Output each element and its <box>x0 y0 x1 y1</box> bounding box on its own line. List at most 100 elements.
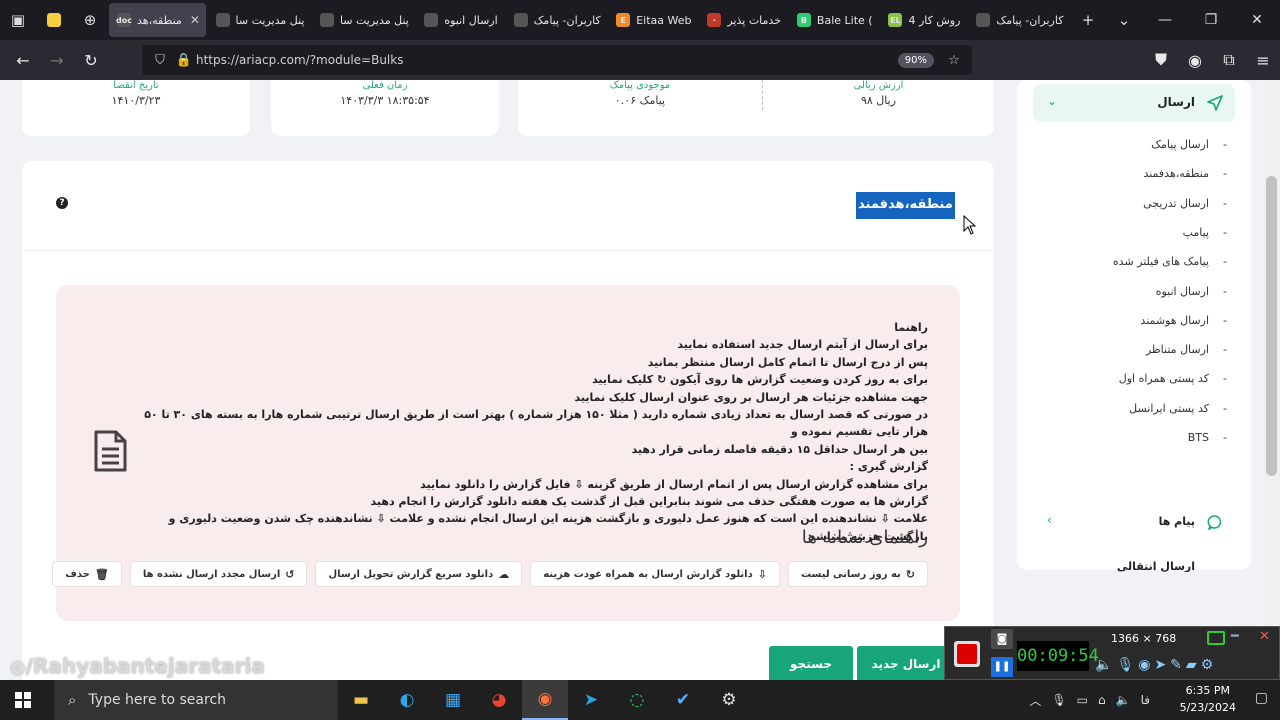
windows-start-icon[interactable] <box>0 680 46 720</box>
legend-button[interactable]: ⇩ دانلود گزارش ارسال به همراه عودت هزینه <box>530 561 780 587</box>
stop-record-button[interactable] <box>954 641 980 667</box>
extensions-icon[interactable]: ⧉ <box>1212 40 1246 80</box>
sidebar-item[interactable]: - BTS <box>1039 431 1227 444</box>
close-tab-icon[interactable]: ✕ <box>190 13 200 27</box>
tray-network-icon[interactable]: ⌂ <box>1098 693 1106 707</box>
restore-icon[interactable]: ❐ <box>1188 0 1234 40</box>
legend-buttons: ↻ به روز رسانی لیست ⇩ دانلود گزارش ارسال به… <box>52 561 928 587</box>
minimize-recorder-icon[interactable]: ━ <box>1231 629 1239 644</box>
pocket-icon[interactable]: ⛊ <box>1144 40 1178 80</box>
account-icon[interactable]: ◉ <box>1178 40 1212 80</box>
sidebar-section-send[interactable]: ارسال ⌄ <box>1033 84 1235 122</box>
new-tab-icon[interactable]: + <box>1070 0 1106 40</box>
address-bar[interactable]: ⛉ 🔒 https://ariacp.com/?module=Bulks 90%… <box>142 45 972 75</box>
browser-tab[interactable]: کاربران- پیامک <box>506 3 607 37</box>
browser-tab[interactable]: B Bale Lite ( <box>789 3 879 37</box>
browser-tab[interactable]: کاربران- پیامک <box>968 3 1069 37</box>
whatsapp-icon[interactable]: ◌ <box>614 680 660 720</box>
browser-tab[interactable]: پنل مدیریت سا <box>312 3 414 37</box>
back-icon[interactable]: ← <box>6 40 40 80</box>
sidebar-item[interactable]: - منطقه،هدفمند <box>1039 167 1227 180</box>
pen-icon[interactable]: ✎ <box>1170 657 1182 673</box>
browser-tab[interactable]: پنل مدیریت سا <box>208 3 310 37</box>
legend-label: ارسال مجدد ارسال نشده ها <box>142 568 281 580</box>
pinned-tab-globe-icon[interactable]: ⊕ <box>72 0 108 40</box>
browser-tab[interactable]: doc منطقه،هد ✕ <box>109 3 206 37</box>
sidebar-item[interactable]: - پیامک های فیلتر شده <box>1039 255 1227 268</box>
guide-line: راهنما <box>894 321 928 334</box>
tray-language[interactable]: فا <box>1141 693 1150 707</box>
bookmark-star-icon[interactable]: ☆ <box>942 53 966 68</box>
tracking-shield-icon[interactable]: ⛉ <box>148 53 172 68</box>
browser-tab[interactable]: EL 4 روش کار <box>880 3 966 37</box>
lock-icon[interactable]: 🔒 <box>172 53 196 68</box>
clock-time: 6:35 PM <box>1185 684 1230 697</box>
tray-battery-icon[interactable]: ▭ <box>1077 693 1088 707</box>
stat-card-expiry: تاریخ انقضا ۱۴۱۰/۳/۲۳ <box>22 80 250 136</box>
close-recorder-icon[interactable]: ✕ <box>1259 629 1270 644</box>
store-icon[interactable]: ▦ <box>430 680 476 720</box>
sidebar-item[interactable]: - کد پستی همراه اول <box>1039 372 1227 385</box>
guide-line: گزارش گیری : <box>849 460 928 474</box>
browser-tab[interactable]: ارسال انبوه <box>416 3 503 37</box>
help-icon[interactable]: ? <box>56 197 68 209</box>
forward-icon[interactable]: → <box>40 40 74 80</box>
telegram-icon[interactable]: ➤ <box>568 680 614 720</box>
firefox-view-icon[interactable]: ▣ <box>0 0 36 40</box>
sidebar-item[interactable]: - ارسال تدریجی <box>1039 197 1227 210</box>
chrome-icon[interactable]: ◕ <box>476 680 522 720</box>
browser-tab[interactable]: · خدمات پذیر <box>699 3 787 37</box>
file-explorer-icon[interactable]: ▬ <box>338 680 384 720</box>
instagram-icon: ◎ <box>10 657 26 678</box>
vpn-app-icon[interactable]: ✔ <box>660 680 706 720</box>
taskbar-clock[interactable]: 6:35 PM 5/23/2024 <box>1180 682 1236 716</box>
sidebar-item-partial[interactable]: ارسال انتقالی <box>1017 558 1251 572</box>
new-send-button[interactable]: ارسال جدید <box>857 646 955 680</box>
legend-button[interactable]: ☁ دانلود سریع گزارش تحویل ارسال <box>315 561 523 587</box>
zoom-badge[interactable]: 90% <box>897 52 934 68</box>
notifications-icon[interactable]: ▢ <box>1255 690 1268 706</box>
sidebar-item[interactable]: - ارسال هوشمند <box>1039 314 1227 327</box>
folder-icon[interactable]: ▰ <box>1186 657 1197 673</box>
edge-icon[interactable]: ◐ <box>384 680 430 720</box>
pause-icon[interactable]: ❚❚ <box>991 657 1013 677</box>
tab-favicon-icon: · <box>707 13 722 27</box>
tab-list-chevron-icon[interactable]: ⌄ <box>1106 0 1142 40</box>
url-text[interactable]: https://ariacp.com/?module=Bulks <box>196 53 898 67</box>
sidebar-item[interactable]: - کد پستی ایرانسل <box>1039 402 1227 415</box>
camera-icon[interactable]: ◙ <box>991 629 1013 649</box>
reload-icon[interactable]: ↻ <box>74 40 108 80</box>
browser-tab[interactable]: E Eitaa Web <box>608 3 697 37</box>
cursor-icon[interactable]: ➤ <box>1154 657 1166 673</box>
tray-mic-icon[interactable]: 🎙 <box>1051 693 1066 707</box>
tray-chevron-icon[interactable]: ︿ <box>1029 692 1041 709</box>
settings-icon[interactable]: ⚙ <box>1201 657 1214 673</box>
sidebar-item[interactable]: - ارسال متناظر <box>1039 343 1227 356</box>
menu-icon[interactable]: ≡ <box>1246 40 1280 80</box>
speaker-icon[interactable]: 🔈 <box>1095 657 1112 673</box>
pinned-tab-note-icon[interactable] <box>36 0 72 40</box>
watermark-text: /Rahyabantejarataria <box>25 654 265 678</box>
legend-button[interactable]: 🗑 حذف <box>52 561 122 587</box>
settings-app-icon[interactable]: ⚙ <box>706 680 752 720</box>
tab-label: ارسال انبوه <box>444 13 498 27</box>
legend-label: دانلود گزارش ارسال به همراه عودت هزینه <box>543 568 753 580</box>
sidebar-item[interactable]: - ارسال انبوه <box>1039 285 1227 298</box>
firefox-icon[interactable]: ◉ <box>522 680 568 720</box>
legend-button[interactable]: ↺ ارسال مجدد ارسال نشده ها <box>129 561 308 587</box>
taskbar-search[interactable]: ⌕ Type here to search <box>54 680 338 720</box>
legend-button[interactable]: ↻ به روز رسانی لیست <box>787 561 928 587</box>
record-timer: 00:09:54 <box>1017 641 1099 671</box>
webcam-icon[interactable]: ◉ <box>1138 657 1150 673</box>
tray-volume-icon[interactable]: 🔈 <box>1116 693 1131 707</box>
sidebar-item[interactable]: - پیامپ <box>1039 226 1227 239</box>
close-window-icon[interactable]: ✕ <box>1234 0 1280 40</box>
microphone-icon[interactable]: 🎙 <box>1116 657 1134 673</box>
search-button[interactable]: جستجو <box>769 646 853 680</box>
sidebar-item-messages[interactable]: پیام ها ‹ <box>1017 510 1251 536</box>
minimize-icon[interactable]: — <box>1142 0 1188 40</box>
panel-divider <box>22 250 994 251</box>
scrollbar-thumb[interactable] <box>1266 176 1277 476</box>
sidebar-item[interactable]: - ارسال پیامک <box>1039 138 1227 151</box>
window-mode-icon[interactable] <box>1207 631 1225 645</box>
